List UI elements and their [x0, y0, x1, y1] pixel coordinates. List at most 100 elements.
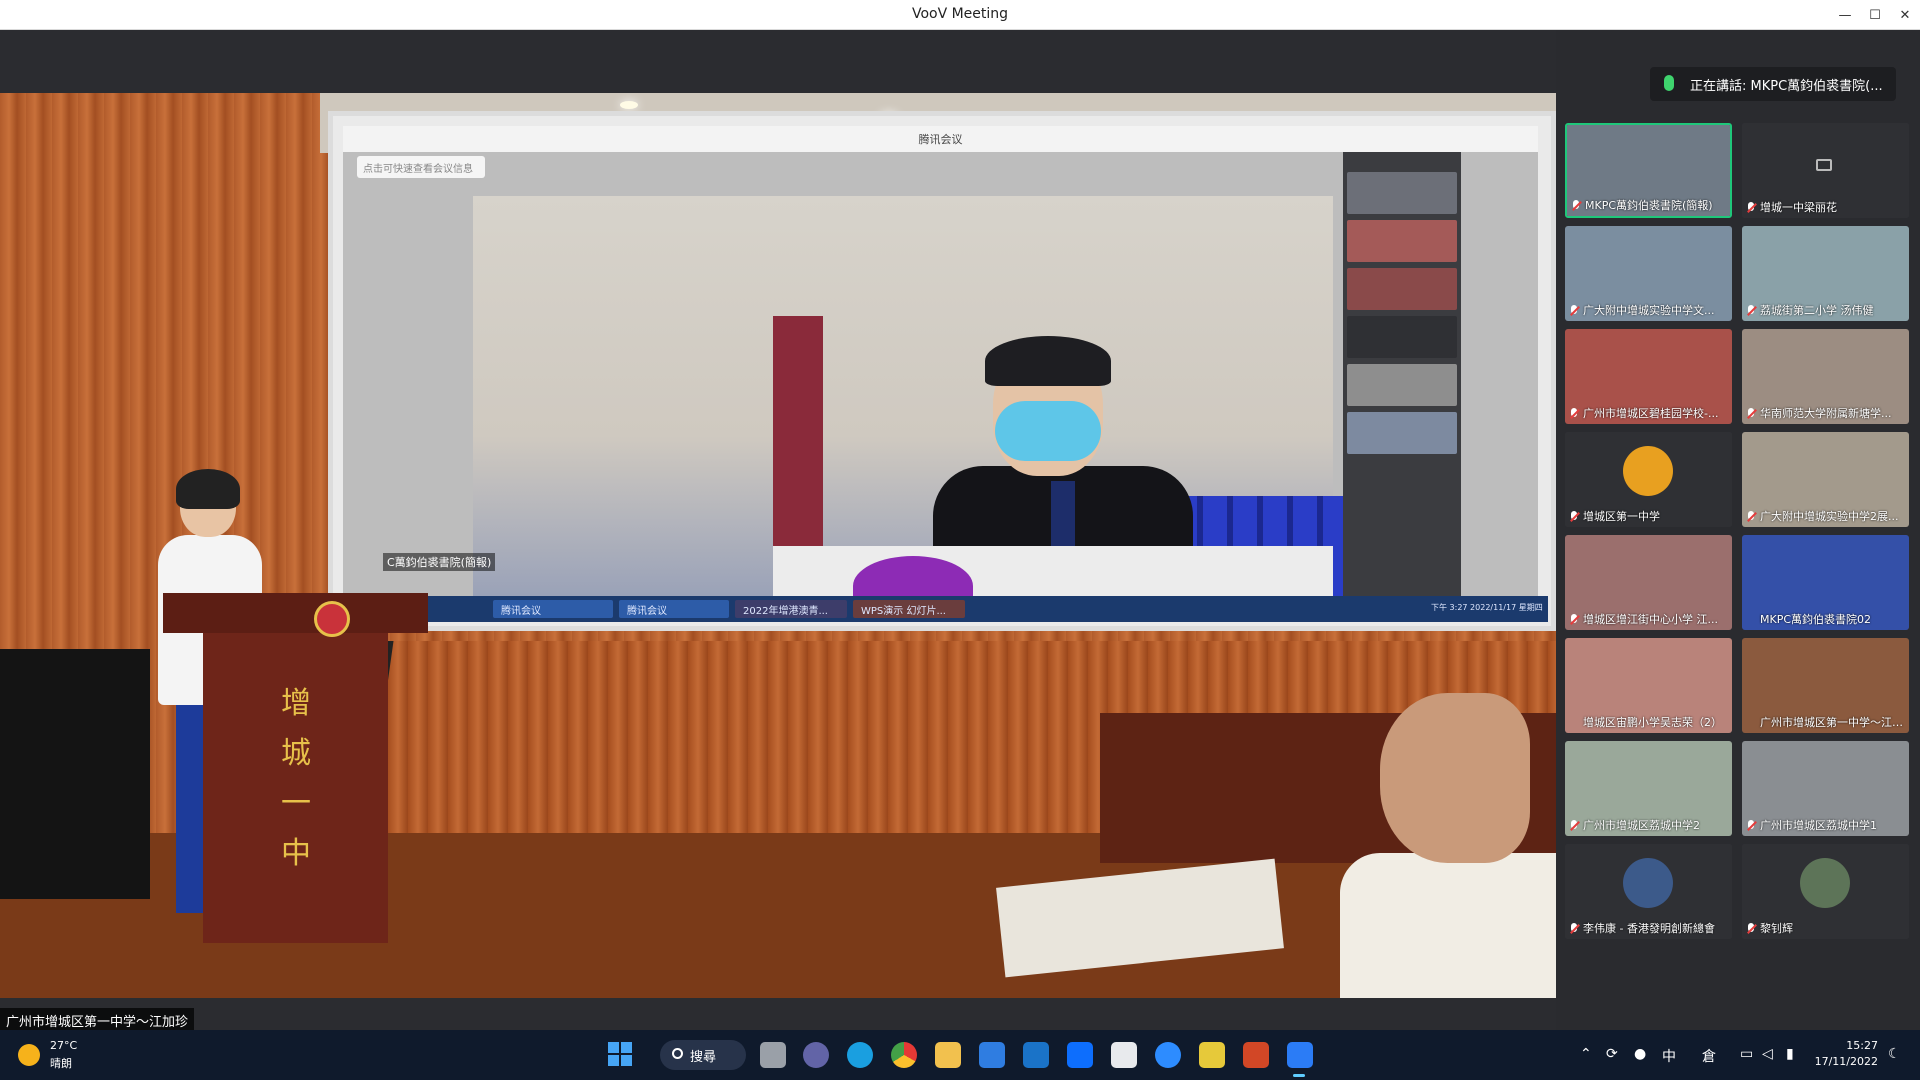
- participant-name: 增城区增江街中心小学 江...: [1583, 613, 1718, 626]
- volume-icon[interactable]: ◁: [1762, 1046, 1773, 1062]
- participant-name: 增城区第一中学: [1583, 510, 1660, 523]
- participant-name: 荔城街第二小学 汤伟健: [1760, 304, 1874, 317]
- participant-name: 增城区宙鹏小学吴志荣（2）: [1583, 716, 1722, 729]
- participant-name: 广大附中增城实验中学2展...: [1760, 510, 1899, 523]
- taskbar-search[interactable]: 搜尋: [660, 1040, 746, 1070]
- sync-icon[interactable]: ⟳: [1606, 1046, 1618, 1062]
- participant-panel: 正在講話: MKPC萬鈞伯裘書院(... MKPC萬鈞伯裘書院(簡報) 增城一中梁…: [1556, 30, 1920, 1030]
- projected-task: 2022年增港澳青...: [735, 600, 847, 618]
- microphone-icon[interactable]: ●: [1634, 1046, 1646, 1062]
- projected-clock: 下午 3:27 2022/11/17 星期四: [1431, 603, 1543, 612]
- participant-name: 李伟康 - 香港發明創新總會: [1583, 922, 1715, 935]
- weather-condition: 晴朗: [50, 1057, 72, 1070]
- taskbar-clock[interactable]: 15:27 17/11/2022: [1812, 1038, 1878, 1070]
- title-bar: VooV Meeting — ☐ ✕: [0, 0, 1920, 30]
- avatar: [1623, 858, 1673, 908]
- foreground-man: [1340, 693, 1556, 998]
- projected-taskbar: 腾讯会议 腾讯会议 2022年增港澳青... WPS演示 幻灯片... 下午 3…: [343, 596, 1548, 622]
- avatar: [1800, 858, 1850, 908]
- participant-tile[interactable]: 增城区宙鹏小学吴志荣（2）: [1565, 638, 1732, 733]
- face-mask: [995, 401, 1101, 461]
- battery-icon[interactable]: ▮: [1786, 1046, 1794, 1062]
- app-icon[interactable]: [1199, 1042, 1225, 1068]
- participant-tile[interactable]: 荔城街第二小学 汤伟健: [1742, 226, 1909, 321]
- participant-tile[interactable]: 华南师范大学附属新塘学...: [1742, 329, 1909, 424]
- voov-meeting-icon[interactable]: [1287, 1042, 1313, 1068]
- participant-tile[interactable]: 黎钊辉: [1742, 844, 1909, 939]
- mail-icon[interactable]: [1023, 1042, 1049, 1068]
- speaker-hair: [985, 336, 1111, 386]
- participant-tile[interactable]: 增城区增江街中心小学 江...: [1565, 535, 1732, 630]
- weather-widget[interactable]: 27°C 晴朗: [18, 1038, 118, 1072]
- participant-tile[interactable]: 广州市增城区荔城中学1: [1742, 741, 1909, 836]
- curtain: [773, 316, 823, 576]
- participant-name: 黎钊辉: [1760, 922, 1793, 935]
- speaking-label: 正在講話: MKPC萬鈞伯裘書院(...: [1690, 79, 1883, 94]
- projected-caption: C萬鈞伯裘書院(簡報): [383, 553, 496, 571]
- edge-icon[interactable]: [847, 1042, 873, 1068]
- participant-tile[interactable]: 李伟康 - 香港發明創新總會: [1565, 844, 1732, 939]
- participant-tile[interactable]: 广大附中增城实验中学2展...: [1742, 432, 1909, 527]
- zoom-icon[interactable]: [1155, 1042, 1181, 1068]
- participant-tile[interactable]: 增城区第一中学: [1565, 432, 1732, 527]
- participant-name: 广州市增城区荔城中学2: [1583, 819, 1700, 832]
- notes-icon[interactable]: [1111, 1042, 1137, 1068]
- participant-tile[interactable]: 广州市增城区碧桂园学校-...: [1565, 329, 1732, 424]
- projected-video: [473, 196, 1343, 596]
- speaker-name-tag: 广州市增城区第一中学～江加珍: [0, 1008, 195, 1030]
- projected-title: 腾讯会议: [918, 133, 963, 146]
- participant-name: MKPC萬鈞伯裘書院(簡報): [1585, 199, 1713, 212]
- participant-tile[interactable]: 广州市增城区荔城中学2: [1565, 741, 1732, 836]
- teams-chat-icon[interactable]: [803, 1042, 829, 1068]
- participant-tile[interactable]: 增城一中梁丽花: [1742, 123, 1909, 218]
- lectern-text: 增城一中: [281, 686, 311, 871]
- projected-thumb: [1347, 268, 1457, 310]
- maximize-button[interactable]: ☐: [1858, 0, 1892, 30]
- task-view-icon[interactable]: [760, 1042, 786, 1068]
- chevron-up-icon[interactable]: ⌃: [1580, 1046, 1592, 1062]
- search-icon: [672, 1048, 683, 1059]
- clock-time: 15:27: [1846, 1039, 1878, 1052]
- participant-name: 广大附中增城实验中学文...: [1583, 304, 1715, 317]
- projected-tip: 点击可快速查看会议信息: [357, 156, 485, 178]
- dropbox-icon[interactable]: [1067, 1042, 1093, 1068]
- search-label: 搜尋: [690, 1050, 717, 1065]
- window-title: VooV Meeting: [911, 6, 1009, 22]
- windows-taskbar: 27°C 晴朗 搜尋 ⌃ ⟳ ● 中 倉 ▭ ◁ ▮ 15:27 17/11/2…: [0, 1030, 1920, 1080]
- projected-task: 腾讯会议: [493, 600, 613, 618]
- ceiling-light: [620, 101, 638, 109]
- student-hair: [176, 469, 240, 509]
- participant-tile[interactable]: MKPC萬鈞伯裘書院(簡報): [1565, 123, 1732, 218]
- man-head: [1380, 693, 1530, 863]
- active-app-indicator: [1293, 1074, 1305, 1077]
- school-emblem: [314, 601, 350, 637]
- main-video-stage[interactable]: 腾讯会议 点击可快速查看会议信息 C萬鈞伯裘書院(簡報) 腾讯会议 腾讯会议 2…: [0, 30, 1556, 1030]
- participant-name: 广州市增城区第一中学～江加珍: [1760, 716, 1905, 729]
- projected-task: 腾讯会议: [619, 600, 729, 618]
- participant-tile[interactable]: 广州市增城区第一中学～江加珍: [1742, 638, 1909, 733]
- sun-icon: [18, 1044, 40, 1066]
- avatar: [1623, 446, 1673, 496]
- piano: [0, 649, 150, 899]
- clock-date: 17/11/2022: [1814, 1055, 1878, 1068]
- store-icon[interactable]: [979, 1042, 1005, 1068]
- network-icon[interactable]: ▭: [1740, 1046, 1753, 1062]
- participant-tile[interactable]: MKPC萬鈞伯裘書院02: [1742, 535, 1909, 630]
- file-explorer-icon[interactable]: [935, 1042, 961, 1068]
- windows-start-icon[interactable]: [608, 1042, 634, 1068]
- minimize-button[interactable]: —: [1828, 0, 1862, 30]
- main-video-feed: 腾讯会议 点击可快速查看会议信息 C萬鈞伯裘書院(簡報) 腾讯会议 腾讯会议 2…: [0, 93, 1556, 998]
- close-button[interactable]: ✕: [1888, 0, 1920, 30]
- lectern: 增城一中: [163, 593, 428, 953]
- notification-icon[interactable]: ☾: [1888, 1046, 1901, 1062]
- chrome-icon[interactable]: [891, 1042, 917, 1068]
- powerpoint-icon[interactable]: [1243, 1042, 1269, 1068]
- participant-tile[interactable]: 广大附中增城实验中学文...: [1565, 226, 1732, 321]
- input-method-secondary[interactable]: 倉: [1702, 1046, 1716, 1066]
- projected-thumb: [1347, 412, 1457, 454]
- projected-thumb: [1347, 172, 1457, 214]
- projection-screen: 腾讯会议 点击可快速查看会议信息 C萬鈞伯裘書院(簡報) 腾讯会议 腾讯会议 2…: [328, 111, 1556, 631]
- participant-name: MKPC萬鈞伯裘書院02: [1760, 613, 1872, 626]
- input-method[interactable]: 中: [1662, 1046, 1676, 1066]
- projected-meeting-window: 腾讯会议 点击可快速查看会议信息 C萬鈞伯裘書院(簡報): [343, 126, 1538, 596]
